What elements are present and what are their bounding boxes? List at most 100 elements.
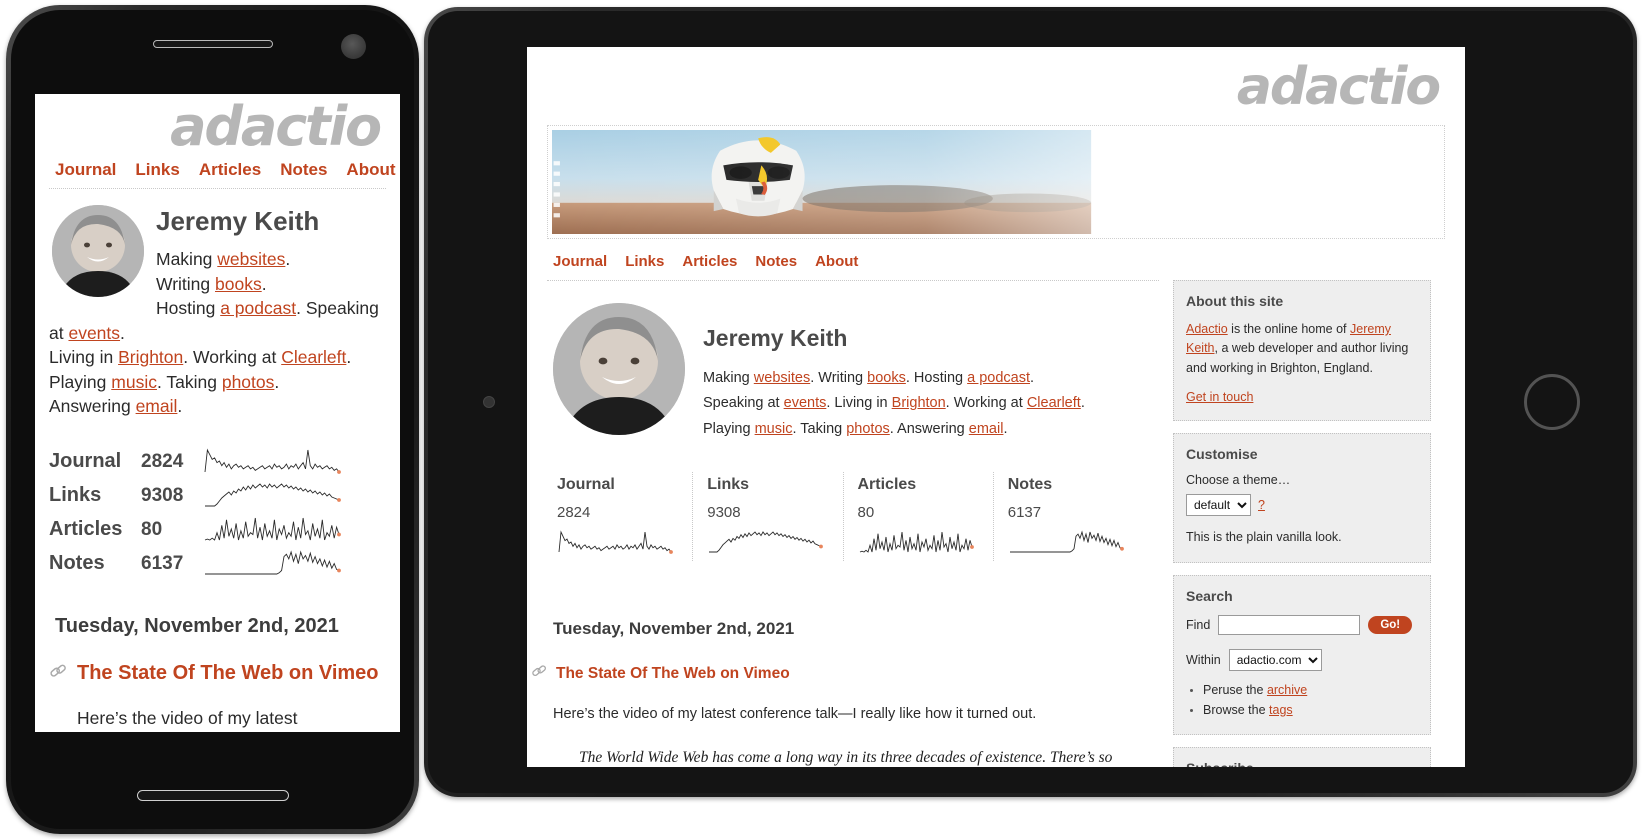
stat-card-notes[interactable]: Notes 6137 <box>992 472 1143 562</box>
entry-title-row[interactable]: The State Of The Web on Vimeo <box>49 662 386 686</box>
stat-card-articles[interactable]: Articles 80 <box>842 472 993 562</box>
bio-link-podcast[interactable]: a podcast <box>967 370 1030 386</box>
bio-dot-3: . <box>1030 370 1035 386</box>
bio-link-events[interactable]: events <box>784 395 827 411</box>
bio-link-books[interactable]: books <box>867 370 906 386</box>
bio-link-brighton[interactable]: Brighton <box>118 347 183 367</box>
site-logo[interactable]: adactio <box>49 94 386 156</box>
bio-dot-8: . <box>889 420 894 437</box>
sparkline-links <box>203 481 343 511</box>
site-logo[interactable]: adactio <box>547 47 1445 113</box>
bio-link-photos[interactable]: photos <box>846 421 890 437</box>
search-input[interactable] <box>1218 614 1361 635</box>
stat-name: Links <box>49 484 102 507</box>
bio-link-email[interactable]: email <box>136 396 178 416</box>
tags-link[interactable]: tags <box>1269 703 1293 717</box>
about-link-adactio[interactable]: Adactio <box>1186 322 1228 336</box>
bio-dot-9: . <box>177 396 183 417</box>
bio-link-music[interactable]: music <box>111 372 157 392</box>
stat-name: Links <box>707 476 750 494</box>
stat-card-journal[interactable]: Journal 2824 <box>553 472 692 561</box>
stat-row-links[interactable]: Links 9308 <box>49 479 386 513</box>
bio-playing-prefix: Playing <box>703 420 755 437</box>
nav-item-journal[interactable]: Journal <box>55 160 116 180</box>
bio-link-clearleft[interactable]: Clearleft <box>1027 395 1081 411</box>
bio-hosting-prefix: Hosting <box>913 370 968 386</box>
bio-link-photos[interactable]: photos <box>222 372 275 392</box>
bio-link-books[interactable]: books <box>215 274 262 294</box>
bio-link-brighton[interactable]: Brighton <box>892 395 946 411</box>
stat-count: 9308 <box>141 484 184 506</box>
avatar <box>553 303 685 435</box>
bio-link-music[interactable]: music <box>755 421 793 437</box>
theme-help-link[interactable]: ? <box>1258 498 1265 512</box>
nav-item-journal[interactable]: Journal <box>553 253 607 270</box>
sidebar-box-search: Search Find Go! Within adactio.com • Per… <box>1173 574 1431 735</box>
bio-link-clearleft[interactable]: Clearleft <box>281 347 346 367</box>
entry-title-row[interactable]: The State Of The Web on Vimeo <box>531 663 1143 684</box>
bio-working-prefix: Working at <box>953 395 1027 412</box>
sparkline-journal <box>557 529 675 557</box>
nav-item-articles[interactable]: Articles <box>682 253 737 270</box>
stat-row-journal[interactable]: Journal 2824 <box>49 445 386 479</box>
site-banner <box>547 125 1445 239</box>
sparkline-articles <box>203 515 343 545</box>
phone-device: adactio Journal Links Articles Notes Abo… <box>6 5 419 834</box>
bio-link-email[interactable]: email <box>969 421 1004 437</box>
nav-item-links[interactable]: Links <box>625 253 664 270</box>
stat-count: 2824 <box>141 450 184 472</box>
tablet-stats: Journal 2824 Links 9308 Articles 80 Note… <box>553 472 1143 562</box>
about-title: About this site <box>1186 293 1284 309</box>
bio-link-websites[interactable]: websites <box>217 249 285 269</box>
bio-dot-6: . <box>346 347 352 368</box>
search-go-button[interactable]: Go! <box>1368 615 1413 634</box>
within-label: Within <box>1186 652 1221 667</box>
bio-living-prefix: Living in <box>49 347 119 368</box>
find-label: Find <box>1186 617 1211 632</box>
bio-link-websites[interactable]: websites <box>754 370 810 386</box>
bio-writing-prefix: Writing <box>156 273 215 294</box>
entry-date: Tuesday, November 2nd, 2021 <box>553 619 795 639</box>
archive-link[interactable]: archive <box>1267 683 1307 697</box>
nav-item-about[interactable]: About <box>815 253 858 270</box>
nav-item-articles[interactable]: Articles <box>199 160 261 180</box>
banner-image <box>552 130 1440 234</box>
stat-row-notes[interactable]: Notes 6137 <box>49 547 386 581</box>
search-scope-select[interactable]: adactio.com <box>1228 648 1322 671</box>
bio-dot-2: . <box>905 370 910 386</box>
get-in-touch-link[interactable]: Get in touch <box>1186 390 1253 404</box>
entry-blockquote: The World Wide Web has come a long way i… <box>579 749 1113 767</box>
nav-item-about[interactable]: About <box>346 160 395 180</box>
bio-making-prefix: Making <box>156 249 218 270</box>
tablet-screen: adactio Journal Links Articles Notes Abo… <box>527 47 1465 767</box>
list-item: Browse the tags <box>1203 700 1418 720</box>
phone-home-button[interactable] <box>136 790 289 801</box>
subscribe-title: Subscribe <box>1186 760 1418 768</box>
search-extra-links: Peruse the archive Browse the tags <box>1186 680 1418 720</box>
bio-link-events[interactable]: events <box>68 323 120 343</box>
stat-card-links[interactable]: Links 9308 <box>692 472 842 562</box>
theme-description: This is the plain vanilla look. <box>1186 530 1342 545</box>
archive-prefix: Peruse the <box>1203 682 1267 697</box>
sparkline-journal <box>203 447 343 477</box>
theme-select[interactable]: default <box>1186 494 1251 517</box>
entry-title-link[interactable]: The State Of The Web on Vimeo <box>77 662 379 685</box>
bio-dot-6: . <box>1080 395 1085 412</box>
link-chain-icon <box>531 663 547 684</box>
entry-title-link[interactable]: The State Of The Web on Vimeo <box>556 665 790 683</box>
stat-count: 80 <box>857 504 875 522</box>
phone-bezel: adactio Journal Links Articles Notes Abo… <box>11 10 414 829</box>
sidebar: About this site Adactio is the online ho… <box>1159 280 1431 767</box>
choose-theme-label: Choose a theme… <box>1186 473 1291 488</box>
nav-item-notes[interactable]: Notes <box>755 253 797 270</box>
about-text-2: , a web developer and author living and … <box>1186 341 1409 375</box>
nav-item-notes[interactable]: Notes <box>280 160 327 180</box>
tablet-home-button[interactable] <box>1524 374 1580 430</box>
nav-item-links[interactable]: Links <box>135 160 179 180</box>
customise-title: Customise <box>1186 446 1258 463</box>
bio-taking-prefix: Taking <box>166 371 222 392</box>
stat-row-articles[interactable]: Articles 80 <box>49 513 386 547</box>
bio-dot-9: . <box>1003 420 1008 437</box>
phone-bio-block: Jeremy Keith Making websites. Writing bo… <box>49 189 386 419</box>
bio-link-podcast[interactable]: a podcast <box>220 298 296 318</box>
